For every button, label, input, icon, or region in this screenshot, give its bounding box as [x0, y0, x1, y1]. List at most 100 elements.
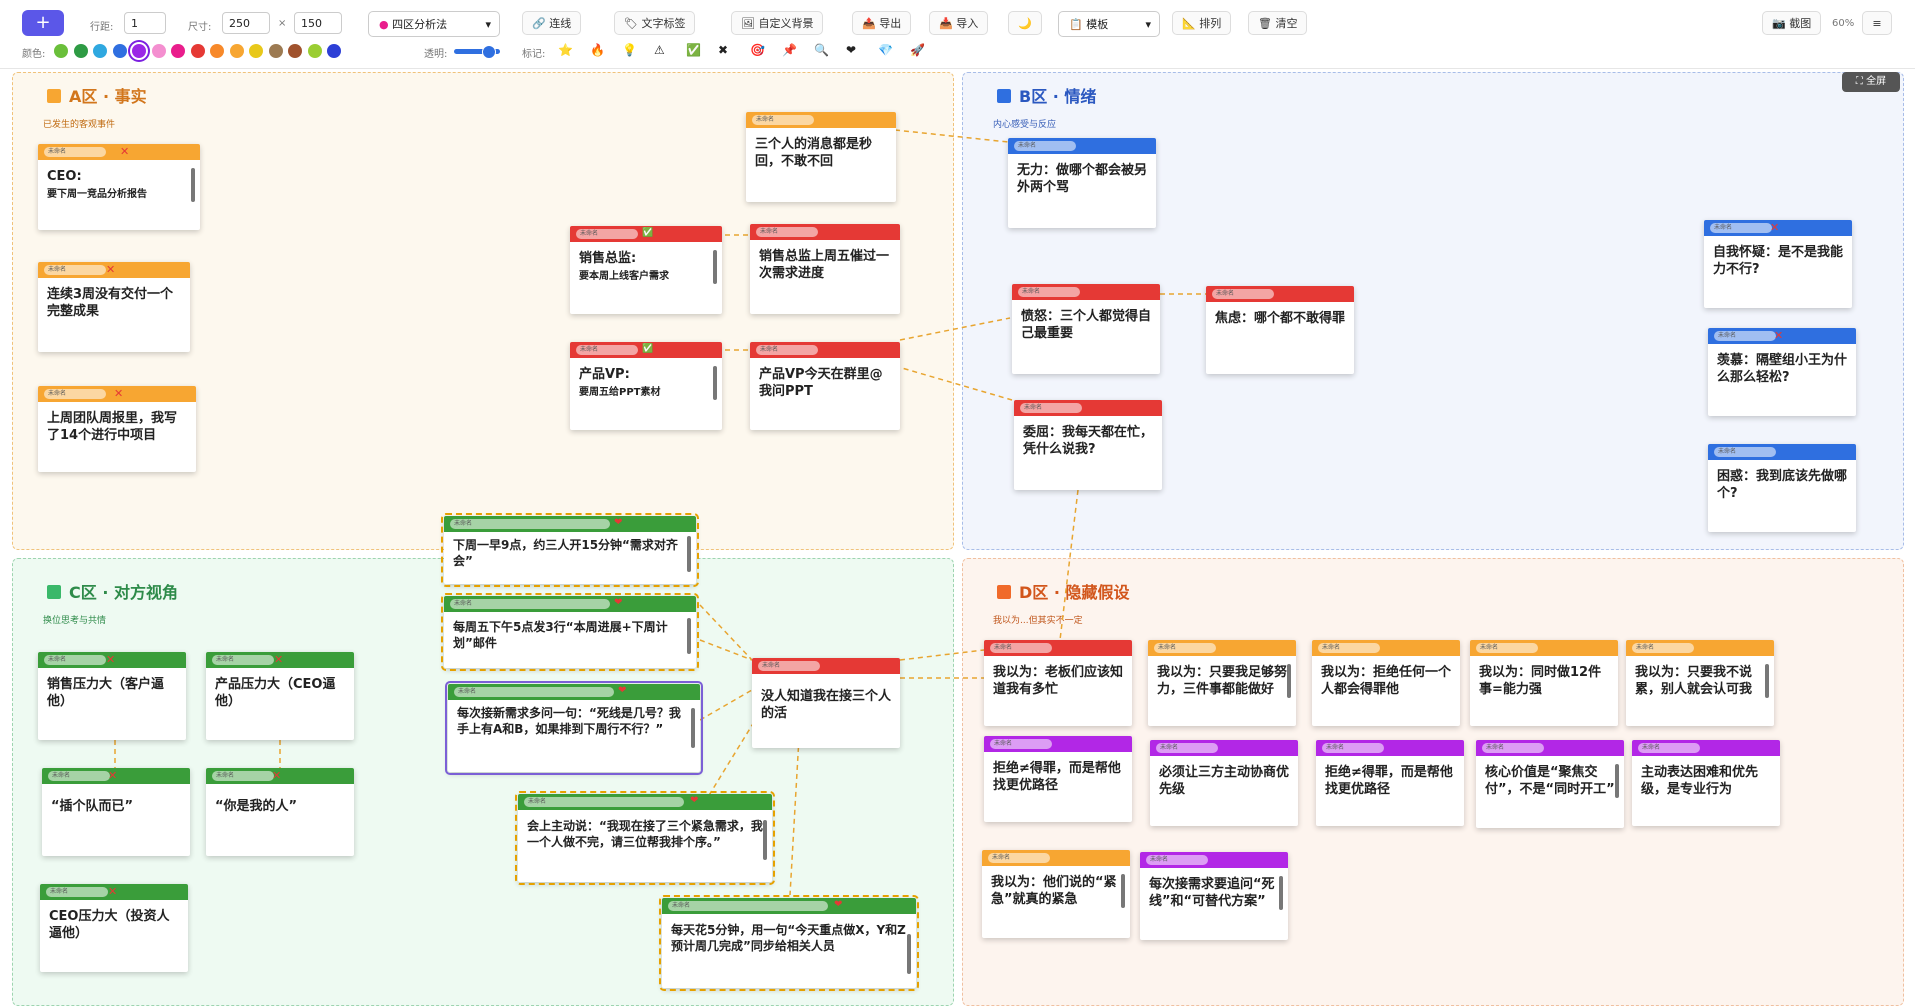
note-header[interactable]: 未命名 — [1626, 640, 1774, 656]
close-icon[interactable]: ✕ — [108, 885, 117, 898]
note-tag[interactable]: 未命名 — [212, 655, 274, 665]
note-header[interactable]: 未命名 — [750, 224, 900, 240]
note-g1[interactable]: 未命名 ❤ 下周一早9点，约三人开15分钟“需求对齐会” — [441, 513, 699, 587]
note-tag[interactable]: 未命名 — [1638, 743, 1700, 753]
note-tag[interactable]: 未命名 — [44, 147, 106, 157]
note-header[interactable]: 未命名 — [1012, 284, 1160, 300]
close-icon[interactable]: ✕ — [272, 769, 281, 782]
note-scrollbar[interactable] — [687, 618, 691, 654]
note-d11[interactable]: 未命名 我以为：他们说的“紧急”就真的紧急 — [982, 850, 1130, 938]
note-header[interactable]: 未命名 — [1470, 640, 1618, 656]
note-tag[interactable]: 未命名 — [758, 661, 820, 671]
note-center[interactable]: 未命名 没人知道我在接三个人的活 — [752, 658, 900, 748]
note-header[interactable]: 未命名 ✕ — [38, 386, 196, 402]
note-tag[interactable]: 未命名 — [1482, 743, 1544, 753]
close-icon[interactable]: ✕ — [274, 653, 283, 666]
note-header[interactable]: 未命名 ❤ — [518, 794, 772, 810]
note-tag[interactable]: 未命名 — [1710, 223, 1772, 233]
note-tag[interactable]: 未命名 — [44, 655, 106, 665]
note-b6[interactable]: 未命名 ✕ 羡慕：隔壁组小王为什么那么轻松? — [1708, 328, 1856, 416]
note-tag[interactable]: 未命名 — [46, 887, 108, 897]
close-icon[interactable]: ✕ — [106, 653, 115, 666]
close-icon[interactable]: ✕ — [120, 145, 129, 158]
note-header[interactable]: 未命名 ✅ — [570, 342, 722, 358]
note-c3[interactable]: 未命名 ✕ “插个队而已” — [42, 768, 190, 856]
note-scrollbar[interactable] — [1765, 664, 1769, 698]
note-g5[interactable]: 未命名 ❤ 每天花5分钟，用一句“今天重点做X，Y和Z预计周几完成”同步给相关人员 — [659, 895, 919, 991]
note-tag[interactable]: 未命名 — [212, 771, 274, 781]
note-header[interactable]: 未命名 — [984, 736, 1132, 752]
note-header[interactable]: 未命名 — [750, 342, 900, 358]
note-tag[interactable]: 未命名 — [48, 771, 110, 781]
note-header[interactable]: 未命名 — [1206, 286, 1354, 302]
note-a2[interactable]: 未命名 ✕ 连续3周没有交付一个完整成果 — [38, 262, 190, 352]
note-m5[interactable]: 未命名 产品VP今天在群里@我问PPT — [750, 342, 900, 430]
note-tag[interactable]: 未命名 — [450, 519, 610, 529]
close-icon[interactable]: ✕ — [1774, 329, 1783, 342]
note-header[interactable]: 未命名 — [1150, 740, 1298, 756]
note-tag[interactable]: 未命名 — [1212, 289, 1274, 299]
note-header[interactable]: 未命名 ❤ — [444, 516, 696, 532]
note-header[interactable]: 未命名 — [1316, 740, 1464, 756]
note-header[interactable]: 未命名 ✕ — [38, 652, 186, 668]
note-header[interactable]: 未命名 — [982, 850, 1130, 866]
note-tag[interactable]: 未命名 — [44, 389, 106, 399]
note-header[interactable]: 未命名 — [752, 658, 900, 674]
close-icon[interactable]: ✕ — [114, 387, 123, 400]
note-scrollbar[interactable] — [1121, 874, 1125, 908]
note-tag[interactable]: 未命名 — [576, 345, 638, 355]
note-tag[interactable]: 未命名 — [756, 227, 818, 237]
note-m1[interactable]: 未命名 三个人的消息都是秒回，不敢不回 — [746, 112, 896, 202]
note-g3[interactable]: 未命名 ❤ 每次接新需求多问一句：“死线是几号？我手上有A和B，如果排到下周行不行… — [445, 681, 703, 775]
note-header[interactable]: 未命名 — [746, 112, 896, 128]
note-tag[interactable]: 未命名 — [1146, 855, 1208, 865]
note-header[interactable]: 未命名 ✕ — [1704, 220, 1852, 236]
note-header[interactable]: 未命名 — [1148, 640, 1296, 656]
note-header[interactable]: 未命名 ✅ — [570, 226, 722, 242]
note-tag[interactable]: 未命名 — [756, 345, 818, 355]
note-tag[interactable]: 未命名 — [454, 687, 614, 697]
note-d3[interactable]: 未命名 我以为：拒绝任何一个人都会得罪他 — [1312, 640, 1460, 726]
note-tag[interactable]: 未命名 — [1714, 331, 1776, 341]
note-g2[interactable]: 未命名 ❤ 每周五下午5点发3行“本周进展+下周计划”邮件 — [441, 593, 699, 671]
note-d10[interactable]: 未命名 主动表达困难和优先级，是专业行为 — [1632, 740, 1780, 826]
note-d7[interactable]: 未命名 必须让三方主动协商优先级 — [1150, 740, 1298, 826]
note-d9[interactable]: 未命名 核心价值是“聚焦交付”，不是“同时开工” — [1476, 740, 1624, 828]
note-header[interactable]: 未命名 — [1312, 640, 1460, 656]
note-a3[interactable]: 未命名 ✕ 上周团队周报里，我写了14个进行中项目 — [38, 386, 196, 472]
note-tag[interactable]: 未命名 — [990, 739, 1052, 749]
note-scrollbar[interactable] — [1615, 764, 1619, 798]
note-b4[interactable]: 未命名 委屈：我每天都在忙，凭什么说我? — [1014, 400, 1162, 490]
note-b3[interactable]: 未命名 焦虑：哪个都不敢得罪 — [1206, 286, 1354, 374]
note-d2[interactable]: 未命名 我以为：只要我足够努力，三件事都能做好 — [1148, 640, 1296, 726]
note-tag[interactable]: 未命名 — [988, 853, 1050, 863]
note-c5[interactable]: 未命名 ✕ CEO压力大（投资人逼他） — [40, 884, 188, 972]
note-scrollbar[interactable] — [713, 366, 717, 400]
note-scrollbar[interactable] — [907, 934, 911, 974]
note-tag[interactable]: 未命名 — [1156, 743, 1218, 753]
note-m2[interactable]: 未命名 ✅ 销售总监: 要本周上线客户需求 — [570, 226, 722, 314]
note-d12[interactable]: 未命名 每次接需求要追问“死线”和“可替代方案” — [1140, 852, 1288, 940]
note-tag[interactable]: 未命名 — [1014, 141, 1076, 151]
close-icon[interactable]: ✕ — [108, 769, 117, 782]
note-d4[interactable]: 未命名 我以为：同时做12件事=能力强 — [1470, 640, 1618, 726]
note-tag[interactable]: 未命名 — [1322, 743, 1384, 753]
note-header[interactable]: 未命名 ❤ — [448, 684, 700, 700]
note-tag[interactable]: 未命名 — [44, 265, 106, 275]
note-b7[interactable]: 未命名 困惑：我到底该先做哪个? — [1708, 444, 1856, 532]
note-b2[interactable]: 未命名 愤怒：三个人都觉得自己最重要 — [1012, 284, 1160, 374]
note-header[interactable]: 未命名 — [1632, 740, 1780, 756]
note-b1[interactable]: 未命名 无力：做哪个都会被另外两个骂 — [1008, 138, 1156, 228]
note-tag[interactable]: 未命名 — [1714, 447, 1776, 457]
note-header[interactable]: 未命名 — [1008, 138, 1156, 154]
note-header[interactable]: 未命名 ✕ — [206, 652, 354, 668]
note-tag[interactable]: 未命名 — [1018, 287, 1080, 297]
note-m4[interactable]: 未命名 ✅ 产品VP: 要周五给PPT素材 — [570, 342, 722, 430]
note-scrollbar[interactable] — [191, 168, 195, 202]
note-b5[interactable]: 未命名 ✕ 自我怀疑：是不是我能力不行? — [1704, 220, 1852, 308]
note-scrollbar[interactable] — [763, 820, 767, 860]
note-tag[interactable]: 未命名 — [990, 643, 1052, 653]
note-header[interactable]: 未命名 — [984, 640, 1132, 656]
note-tag[interactable]: 未命名 — [450, 599, 610, 609]
note-d1[interactable]: 未命名 我以为：老板们应该知道我有多忙 — [984, 640, 1132, 726]
